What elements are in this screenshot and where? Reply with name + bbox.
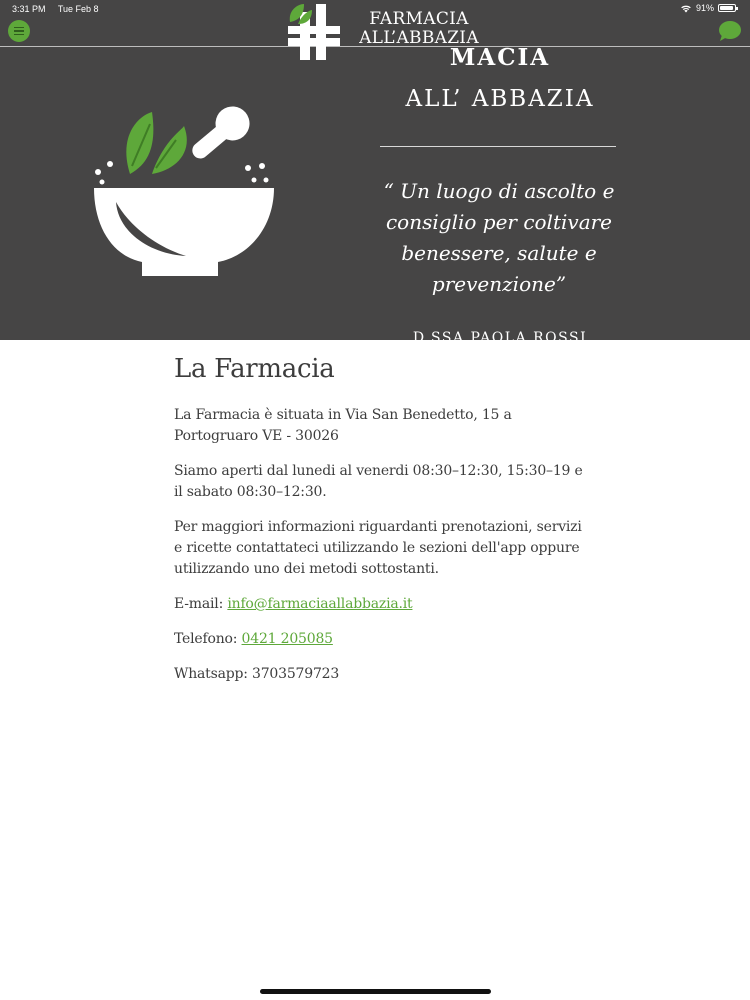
whatsapp-number: 3703579723 bbox=[252, 666, 340, 682]
status-date: Tue Feb 8 bbox=[57, 4, 99, 14]
phone-link[interactable]: 0421 205085 bbox=[242, 631, 334, 647]
battery-icon bbox=[718, 4, 738, 12]
phone-label: Telefono: bbox=[174, 631, 242, 647]
main-content: La Farmacia La Farmacia è situata in Via… bbox=[174, 340, 584, 699]
address-text: La Farmacia è situata in Via San Benedet… bbox=[174, 407, 512, 444]
phone-row: Telefono: 0421 205085 bbox=[174, 629, 584, 650]
status-time: 3:31 PM bbox=[12, 4, 46, 14]
status-bar: 3:31 PM Tue Feb 8 91% bbox=[0, 0, 750, 18]
whatsapp-label: Whatsapp: bbox=[174, 666, 253, 682]
hero-title-line-2: ALL’ ABBAZIA bbox=[405, 86, 595, 112]
menu-button[interactable] bbox=[8, 20, 30, 42]
home-indicator[interactable] bbox=[260, 989, 491, 994]
email-row: E-mail: info@farmaciaallabbazia.it bbox=[174, 594, 584, 615]
hero-divider bbox=[380, 146, 616, 147]
hero-quote: “ Un luogo di ascolto e consiglio per co… bbox=[383, 179, 615, 296]
info-text: Per maggiori informazioni riguardanti pr… bbox=[174, 519, 582, 577]
page-title: La Farmacia bbox=[174, 354, 335, 384]
menu-icon bbox=[14, 26, 24, 29]
chat-bubble-icon[interactable] bbox=[718, 20, 742, 42]
email-link[interactable]: info@farmaciaallabbazia.it bbox=[227, 596, 412, 612]
wifi-icon bbox=[681, 5, 691, 12]
email-label: E-mail: bbox=[174, 596, 228, 612]
mortar-pestle-icon bbox=[94, 106, 274, 276]
battery-percent: 91% bbox=[695, 3, 714, 13]
whatsapp-row: Whatsapp: 3703579723 bbox=[174, 664, 584, 685]
hero-signature: D.SSA PAOLA ROSSI bbox=[412, 330, 588, 340]
opening-hours-text: Siamo aperti dal lunedi al venerdi 08:30… bbox=[174, 463, 583, 500]
hero-banner: MACIA ALL’ ABBAZIA “ Un luogo di ascolto… bbox=[0, 0, 750, 340]
